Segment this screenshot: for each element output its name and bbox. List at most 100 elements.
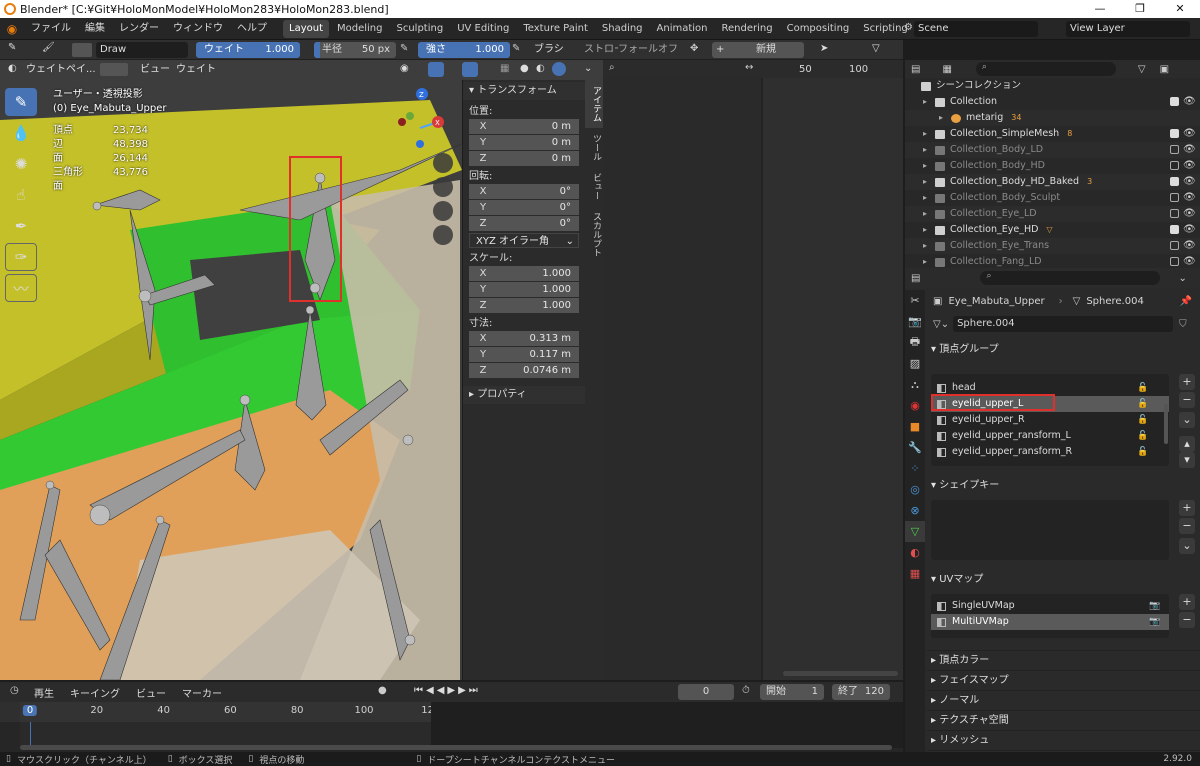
sync-icon[interactable]: ✥ bbox=[690, 43, 698, 54]
outliner-row[interactable]: ▸ Collection_Body_Sculpt 👁 bbox=[905, 190, 1200, 206]
outliner-row[interactable]: ▸ Collection_Eye_HD ▽ 👁 bbox=[905, 222, 1200, 238]
visibility-eye-icon[interactable]: 👁 bbox=[1183, 158, 1196, 174]
expand-arrow-icon[interactable]: ▸ bbox=[923, 238, 935, 254]
falloff-menu[interactable]: フォールオフ bbox=[618, 42, 678, 58]
gradient-tool-icon[interactable]: ✒ bbox=[5, 212, 37, 240]
tool-tab-icon[interactable]: ✂ bbox=[905, 290, 925, 311]
search-icon[interactable]: ⌕ bbox=[609, 62, 615, 73]
scale-field-x[interactable]: X1.000🔓 bbox=[469, 266, 594, 281]
shading-material-icon[interactable]: ◐ bbox=[536, 63, 545, 74]
properties-options-icon[interactable]: ⌄ bbox=[1178, 273, 1186, 284]
vertex-group-scrollbar[interactable] bbox=[1164, 404, 1168, 444]
strength-pressure-icon[interactable]: ✎ bbox=[512, 43, 520, 54]
location-field-x[interactable]: X0 m🔓 bbox=[469, 119, 594, 134]
xray-icon[interactable]: ▦ bbox=[500, 63, 509, 74]
blender-menu-icon[interactable]: ◉ bbox=[0, 22, 24, 36]
uv-map-item[interactable]: SingleUVMap 📷 bbox=[931, 598, 1169, 614]
menu-3[interactable]: ウィンドウ bbox=[166, 18, 230, 40]
uv-maps-header[interactable]: ▾ UVマップ bbox=[927, 570, 1200, 590]
location-field-z[interactable]: Z0 m🔓 bbox=[469, 151, 594, 166]
vertex-groups-header[interactable]: ▾ 頂点グループ bbox=[927, 340, 1200, 360]
vertex-group-item[interactable]: eyelid_upper_ransform_L 🔓 bbox=[931, 428, 1169, 444]
weight-menu[interactable]: ウェイト bbox=[176, 62, 216, 78]
timeline-menu-3[interactable]: マーカー bbox=[182, 685, 222, 700]
expand-arrow-icon[interactable]: ▸ bbox=[923, 206, 935, 222]
pen-pressure-icon[interactable]: ✎ bbox=[400, 43, 408, 54]
exclude-checkbox[interactable] bbox=[1170, 241, 1179, 250]
workspace-tab-1[interactable]: Modeling bbox=[331, 20, 389, 38]
timeline-menu-0[interactable]: 再生 bbox=[34, 685, 54, 700]
exclude-checkbox[interactable] bbox=[1170, 193, 1179, 202]
dimensions-field-y[interactable]: Y 0.117 m bbox=[469, 347, 579, 362]
outliner-row[interactable]: ▸ Collection_Body_HD 👁 bbox=[905, 158, 1200, 174]
end-frame-field[interactable]: 終了 120 bbox=[832, 684, 890, 700]
expand-arrow-icon[interactable]: ▸ bbox=[923, 222, 935, 238]
filter-icon[interactable]: ▽ bbox=[872, 43, 880, 54]
brush-name-field[interactable]: Draw bbox=[96, 42, 188, 58]
smear-tool-icon[interactable]: ☝ bbox=[5, 181, 37, 209]
lock-icon[interactable]: 🔓 bbox=[1137, 396, 1148, 412]
remove-shape-key-button[interactable]: − bbox=[1179, 518, 1195, 534]
scale-field-y[interactable]: Y1.000🔓 bbox=[469, 282, 594, 297]
mask-icon[interactable] bbox=[100, 63, 128, 76]
visibility-eye-icon[interactable]: 👁 bbox=[1183, 222, 1196, 238]
shape-keys-header[interactable]: ▾ シェイプキー bbox=[927, 476, 1200, 496]
outliner-row[interactable]: ▸ Collection_SimpleMesh 8 👁 bbox=[905, 126, 1200, 142]
expand-arrow-icon[interactable]: ▸ bbox=[939, 110, 951, 126]
menu-0[interactable]: ファイル bbox=[24, 18, 78, 40]
sample-weight-tool-icon[interactable]: ✑ bbox=[5, 243, 37, 271]
channel-region[interactable] bbox=[603, 78, 761, 680]
physics-tab-icon[interactable]: ◎ bbox=[905, 479, 925, 500]
scale-field-z[interactable]: Z1.000🔓 bbox=[469, 298, 594, 313]
add-uv-map-button[interactable]: + bbox=[1179, 594, 1195, 610]
visibility-eye-icon[interactable]: 👁 bbox=[1183, 190, 1196, 206]
outliner-row[interactable]: ▸ Collection_Body_HD_Baked 3 👁 bbox=[905, 174, 1200, 190]
display-mode-icon[interactable]: ▦ bbox=[942, 64, 951, 75]
sidebar-tab-1[interactable]: ツール bbox=[585, 128, 603, 167]
collapsed-panel-header[interactable]: ▸ テクスチャ空間 bbox=[927, 710, 1200, 730]
annotate-tool-icon[interactable]: 〰 bbox=[5, 274, 37, 302]
location-field-y[interactable]: Y0 m🔓 bbox=[469, 135, 594, 150]
visibility-icon[interactable]: ◉ bbox=[400, 63, 409, 74]
collapsed-panel-header[interactable]: ▸ リメッシュ bbox=[927, 730, 1200, 750]
exclude-checkbox[interactable] bbox=[1170, 177, 1179, 186]
workspace-tab-7[interactable]: Rendering bbox=[716, 20, 779, 38]
view-layer-tab-icon[interactable]: ▨ bbox=[905, 353, 925, 374]
visibility-eye-icon[interactable]: 👁 bbox=[1183, 94, 1196, 110]
timeline-scrollbar[interactable] bbox=[20, 745, 892, 750]
brush-preview[interactable] bbox=[72, 43, 92, 57]
render-tab-icon[interactable]: 📷 bbox=[905, 311, 925, 332]
select-cursor-icon[interactable]: ➤ bbox=[820, 43, 828, 54]
visibility-eye-icon[interactable]: 👁 bbox=[1183, 238, 1196, 254]
blur-tool-icon[interactable]: 💧 bbox=[5, 119, 37, 147]
expand-arrow-icon[interactable]: ▸ bbox=[923, 94, 935, 110]
horizontal-scrollbar[interactable] bbox=[783, 671, 898, 676]
rotation-field-z[interactable]: Z0°🔓 bbox=[469, 216, 594, 231]
particles-tab-icon[interactable]: ⁘ bbox=[905, 458, 925, 479]
collapsed-panel-header[interactable]: ▸ ノーマル bbox=[927, 690, 1200, 710]
properties-section-header[interactable]: ▸ プロパティ bbox=[463, 386, 585, 404]
visibility-eye-icon[interactable]: 👁 bbox=[1183, 142, 1196, 158]
workspace-tab-8[interactable]: Compositing bbox=[781, 20, 856, 38]
current-frame-field[interactable]: 0 bbox=[678, 684, 734, 700]
exclude-checkbox[interactable] bbox=[1170, 257, 1179, 266]
workspace-tab-0[interactable]: Layout bbox=[283, 19, 329, 38]
move-down-icon[interactable]: ▾ bbox=[1179, 452, 1195, 468]
uv-map-item[interactable]: MultiUVMap 📷 bbox=[931, 614, 1169, 630]
rotation-mode-select[interactable]: XYZ オイラー角 ⌄ bbox=[469, 233, 579, 248]
lock-icon[interactable]: 🔓 bbox=[1137, 380, 1148, 396]
exclude-checkbox[interactable] bbox=[1170, 97, 1179, 106]
keyframe-record-icon[interactable]: ● bbox=[378, 685, 387, 696]
exclude-checkbox[interactable] bbox=[1170, 161, 1179, 170]
constraints-tab-icon[interactable]: ⊗ bbox=[905, 500, 925, 521]
add-shape-key-button[interactable]: + bbox=[1179, 500, 1195, 516]
menu-4[interactable]: ヘルプ bbox=[230, 18, 274, 40]
outliner-row[interactable]: ▸ Collection_Eye_LD 👁 bbox=[905, 206, 1200, 222]
mesh-data-name-field[interactable]: Sphere.004 bbox=[953, 316, 1174, 332]
sidebar-tab-2[interactable]: ビュー bbox=[585, 167, 603, 206]
overlay-toggle-icon[interactable] bbox=[462, 62, 478, 77]
draw-tool-icon[interactable]: ✎ bbox=[5, 88, 37, 116]
workspace-tab-2[interactable]: Sculpting bbox=[391, 20, 450, 38]
brush-menu[interactable]: ブラシ bbox=[534, 42, 564, 58]
playback-controls[interactable]: ⏮◀◀▶▶⏭ bbox=[414, 685, 481, 696]
